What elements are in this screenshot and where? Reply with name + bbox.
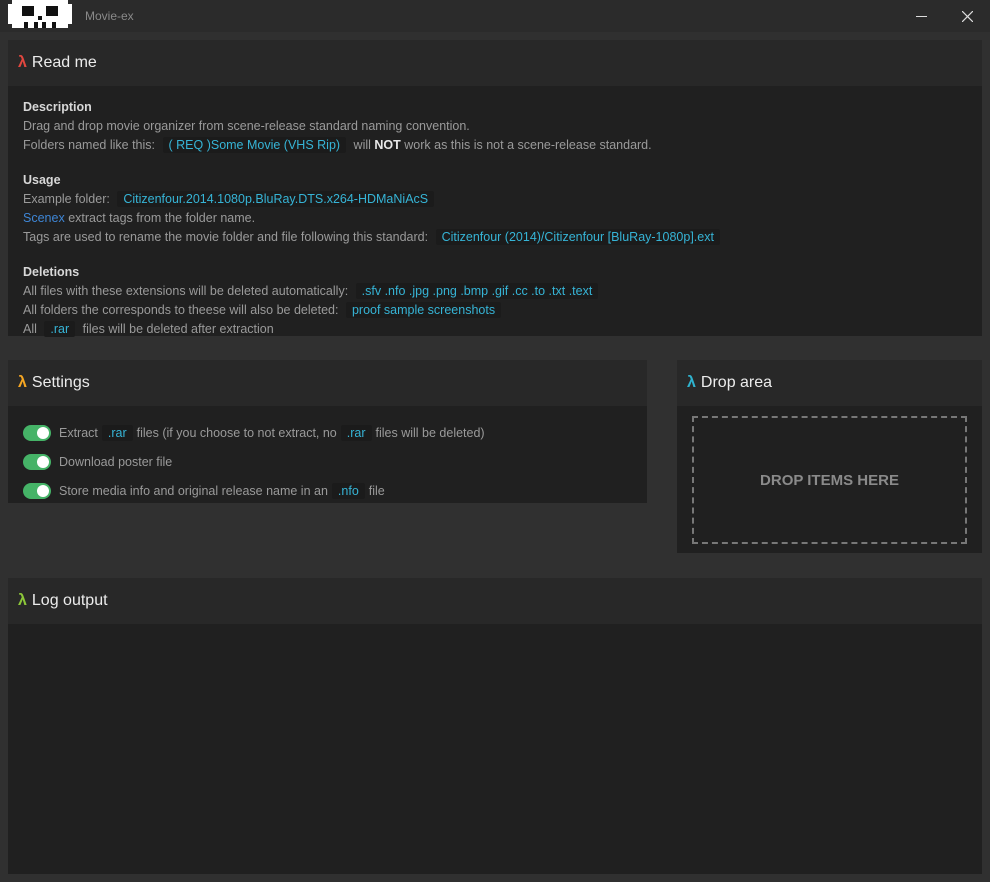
log-output-area[interactable] bbox=[8, 624, 982, 874]
deletions-line-1: All files with these extensions will be … bbox=[23, 282, 967, 301]
text: Tags are used to rename the movie folder… bbox=[23, 230, 429, 244]
lambda-icon: λ bbox=[687, 374, 696, 391]
setting-label: Extract bbox=[59, 425, 98, 440]
code-snippet: .rar bbox=[340, 424, 372, 441]
code-snippet: .rar bbox=[101, 424, 133, 441]
toggle-knob bbox=[37, 484, 49, 497]
readme-header: λ Read me bbox=[8, 40, 982, 86]
usage-heading: Usage bbox=[23, 173, 61, 187]
readme-panel: λ Read me Description Drag and drop movi… bbox=[8, 40, 982, 339]
code-snippet: proof sample screenshots bbox=[345, 302, 502, 318]
drop-area-header: λ Drop area bbox=[677, 360, 982, 406]
lambda-icon: λ bbox=[18, 592, 27, 609]
code-snippet: Citizenfour (2014)/Citizenfour [BluRay-1… bbox=[435, 229, 720, 245]
lambda-icon: λ bbox=[18, 54, 27, 71]
usage-line-3: Tags are used to rename the movie folder… bbox=[23, 228, 967, 247]
app-title: Movie-ex bbox=[85, 9, 134, 23]
text: files will be deleted after extraction bbox=[82, 322, 274, 336]
setting-label: Download poster file bbox=[59, 454, 173, 469]
log-output-header: λ Log output bbox=[8, 578, 982, 624]
download-poster-toggle[interactable] bbox=[23, 453, 51, 470]
text: will bbox=[353, 138, 371, 152]
setting-label: file bbox=[368, 483, 385, 498]
deletions-line-2: All folders the corresponds to theese wi… bbox=[23, 301, 967, 320]
pixel-skull-icon bbox=[8, 0, 72, 28]
store-nfo-toggle[interactable] bbox=[23, 482, 51, 499]
settings-panel: λ Settings Extract .rar files (if you ch… bbox=[8, 360, 647, 503]
drop-zone-label: DROP ITEMS HERE bbox=[760, 471, 899, 489]
setting-label: files will be deleted) bbox=[375, 425, 485, 440]
description-heading: Description bbox=[23, 100, 92, 114]
setting-label: Store media info and original release na… bbox=[59, 483, 328, 498]
settings-body: Extract .rar files (if you choose to not… bbox=[8, 406, 647, 517]
drop-zone[interactable]: DROP ITEMS HERE bbox=[692, 416, 967, 544]
drop-area-title: Drop area bbox=[700, 374, 773, 391]
text: Folders named like this: bbox=[23, 138, 156, 152]
log-output-panel: λ Log output bbox=[8, 578, 982, 874]
description-line-2: Folders named like this: ( REQ )Some Mov… bbox=[23, 136, 967, 155]
scenex-link[interactable]: Scenex bbox=[23, 211, 65, 225]
minimize-icon bbox=[915, 15, 927, 17]
setting-label: files (if you choose to not extract, no bbox=[136, 425, 337, 440]
settings-title: Settings bbox=[31, 374, 90, 391]
text: All bbox=[23, 322, 37, 336]
deletions-heading: Deletions bbox=[23, 265, 80, 279]
setting-download-poster: Download poster file bbox=[23, 447, 632, 476]
extract-rar-toggle[interactable] bbox=[23, 424, 51, 441]
emphasis: NOT bbox=[374, 138, 401, 152]
close-button[interactable] bbox=[944, 0, 990, 32]
setting-store-nfo: Store media info and original release na… bbox=[23, 476, 632, 505]
lambda-icon: λ bbox=[18, 374, 27, 391]
code-snippet: ( REQ )Some Movie (VHS Rip) bbox=[162, 137, 347, 153]
close-icon bbox=[961, 10, 973, 22]
deletions-line-3: All .rar files will be deleted after ext… bbox=[23, 320, 967, 339]
setting-extract-rar: Extract .rar files (if you choose to not… bbox=[23, 418, 632, 447]
usage-line-2: Scenex extract tags from the folder name… bbox=[23, 209, 967, 228]
readme-body: Description Drag and drop movie organize… bbox=[8, 86, 982, 339]
usage-line-1: Example folder: Citizenfour.2014.1080p.B… bbox=[23, 190, 967, 209]
description-line-1: Drag and drop movie organizer from scene… bbox=[23, 119, 470, 133]
toggle-knob bbox=[37, 426, 49, 439]
code-snippet: Citizenfour.2014.1080p.BluRay.DTS.x264-H… bbox=[117, 191, 435, 207]
code-snippet: .rar bbox=[44, 321, 76, 337]
minimize-button[interactable] bbox=[898, 0, 944, 32]
text: extract tags from the folder name. bbox=[68, 211, 256, 225]
text: All files with these extensions will be … bbox=[23, 284, 349, 298]
code-snippet: .sfv .nfo .jpg .png .bmp .gif .cc .to .t… bbox=[355, 283, 599, 299]
title-bar: Movie-ex bbox=[0, 0, 990, 32]
readme-title: Read me bbox=[31, 54, 97, 71]
text: work as this is not a scene-release stan… bbox=[404, 138, 652, 152]
text: All folders the corresponds to theese wi… bbox=[23, 303, 339, 317]
settings-header: λ Settings bbox=[8, 360, 647, 406]
code-snippet: .nfo bbox=[331, 482, 365, 499]
text: Example folder: bbox=[23, 192, 110, 206]
toggle-knob bbox=[37, 455, 49, 468]
drop-area-panel: λ Drop area DROP ITEMS HERE bbox=[677, 360, 982, 553]
log-output-title: Log output bbox=[31, 592, 108, 609]
